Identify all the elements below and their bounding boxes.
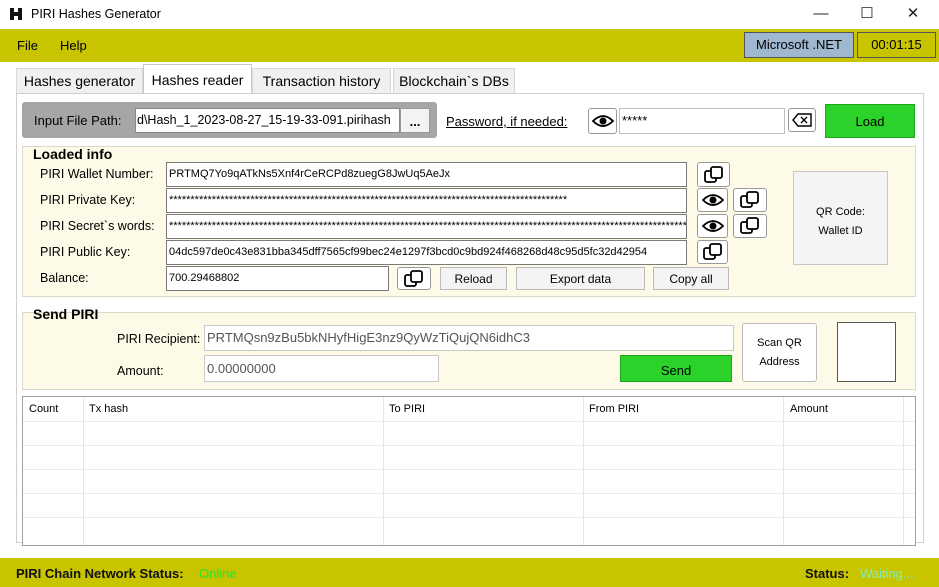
tab-strip: Hashes generator Hashes reader Transacti…	[0, 62, 939, 94]
copy-icon	[404, 269, 423, 287]
recipient-input[interactable]: PRTMQsn9zBu5bkNHyfHigE3nz9QyWzTiQujQN6id…	[204, 325, 734, 351]
copy-all-button[interactable]: Copy all	[653, 267, 729, 290]
show-private-key-button[interactable]	[697, 188, 728, 212]
load-button[interactable]: Load	[825, 104, 915, 138]
menu-bar: File Help Microsoft .NET 00:01:15	[0, 29, 939, 62]
eye-icon	[701, 194, 724, 206]
secret-words-label: PIRI Secret`s words:	[40, 219, 155, 233]
eye-icon	[701, 220, 724, 232]
eye-icon	[591, 115, 614, 127]
network-status-value: Online	[199, 566, 237, 581]
table-row	[23, 517, 915, 541]
tab-blockchain-dbs[interactable]: Blockchain`s DBs	[393, 68, 515, 94]
recipient-label: PIRI Recipient:	[117, 332, 201, 346]
maximize-button[interactable]: ☐	[844, 0, 890, 29]
scan-qr-label: Scan QR	[757, 337, 802, 349]
column-header-count[interactable]: Count	[29, 403, 58, 415]
scan-address-label: Address	[759, 356, 800, 368]
file-path-input[interactable]: d\Hash_1_2023-08-27_15-19-33-091.pirihas…	[135, 108, 400, 133]
export-data-button[interactable]: Export data	[516, 267, 645, 290]
copy-icon	[703, 165, 723, 183]
tab-hashes-reader[interactable]: Hashes reader	[143, 64, 252, 94]
balance-label: Balance:	[40, 271, 89, 285]
wallet-number-label: PIRI Wallet Number:	[40, 167, 154, 181]
elapsed-timer: 00:01:15	[857, 32, 936, 58]
copy-icon	[740, 217, 759, 234]
tab-transaction-history[interactable]: Transaction history	[252, 68, 391, 94]
app-logo-icon	[10, 8, 22, 20]
password-label: Password, if needed:	[446, 114, 568, 129]
menu-help[interactable]: Help	[60, 38, 87, 53]
network-status-label: PIRI Chain Network Status:	[16, 566, 184, 581]
qr-wallet-id-caption: Wallet ID	[818, 225, 863, 237]
table-header: Count Tx hash To PIRI From PIRI Amount	[23, 397, 915, 421]
reload-button[interactable]: Reload	[440, 267, 507, 290]
status-value: Waiting...	[860, 566, 914, 581]
copy-icon	[702, 243, 722, 260]
close-button[interactable]: ✕	[890, 0, 936, 29]
column-header-amount[interactable]: Amount	[790, 403, 828, 415]
column-header-from-piri[interactable]: From PIRI	[589, 403, 639, 415]
file-path-label: Input File Path:	[34, 113, 122, 128]
window-title: PIRI Hashes Generator	[31, 7, 161, 21]
table-row	[23, 469, 915, 493]
minimize-button[interactable]: —	[798, 0, 844, 29]
qr-code-caption: QR Code:	[816, 206, 865, 218]
wallet-number-field[interactable]: PRTMQ7Yo9qATkNs5Xnf4rCeRCPd8zuegG8JwUq5A…	[166, 162, 687, 187]
status-label: Status:	[805, 566, 850, 581]
private-key-field[interactable]: ****************************************…	[166, 188, 687, 213]
column-header-to-piri[interactable]: To PIRI	[389, 403, 425, 415]
runtime-badge: Microsoft .NET	[744, 32, 854, 58]
copy-balance-button[interactable]	[397, 267, 431, 290]
copy-public-key-button[interactable]	[697, 240, 728, 264]
show-secret-words-button[interactable]	[697, 214, 728, 238]
transactions-table[interactable]: Count Tx hash To PIRI From PIRI Amount	[22, 396, 916, 546]
copy-wallet-button[interactable]	[697, 162, 730, 187]
browse-button[interactable]: ...	[400, 108, 430, 133]
show-password-button[interactable]	[588, 108, 617, 134]
column-header-tx-hash[interactable]: Tx hash	[89, 403, 128, 415]
table-row	[23, 421, 915, 445]
menu-file[interactable]: File	[17, 38, 38, 53]
recipient-qr-preview	[837, 322, 896, 382]
copy-private-key-button[interactable]	[733, 188, 767, 212]
table-row	[23, 493, 915, 517]
private-key-label: PIRI Private Key:	[40, 193, 136, 207]
public-key-label: PIRI Public Key:	[40, 245, 131, 259]
title-bar: PIRI Hashes Generator — ☐ ✕	[0, 0, 939, 29]
wallet-qr-code: QR Code: Wallet ID	[793, 171, 888, 265]
public-key-field[interactable]: 04dc597de0c43e831bba345dff7565cf99bec24e…	[166, 240, 687, 265]
secret-words-field[interactable]: ****************************************…	[166, 214, 687, 239]
amount-input[interactable]: 0.00000000	[204, 355, 439, 382]
copy-secret-words-button[interactable]	[733, 214, 767, 238]
status-bar: PIRI Chain Network Status: Online Status…	[0, 558, 939, 587]
scan-qr-address-button[interactable]: Scan QR Address	[742, 323, 817, 382]
tab-hashes-generator[interactable]: Hashes generator	[16, 68, 143, 94]
copy-icon	[740, 191, 759, 208]
send-piri-title: Send PIRI	[33, 306, 99, 322]
send-button[interactable]: Send	[620, 355, 732, 382]
clear-password-button[interactable]	[788, 108, 816, 132]
loaded-info-title: Loaded info	[33, 146, 113, 162]
table-row	[23, 445, 915, 469]
amount-label: Amount:	[117, 364, 164, 378]
balance-field[interactable]: 700.29468802	[166, 266, 389, 291]
backspace-icon	[792, 113, 812, 127]
password-input[interactable]: *****	[619, 108, 785, 134]
